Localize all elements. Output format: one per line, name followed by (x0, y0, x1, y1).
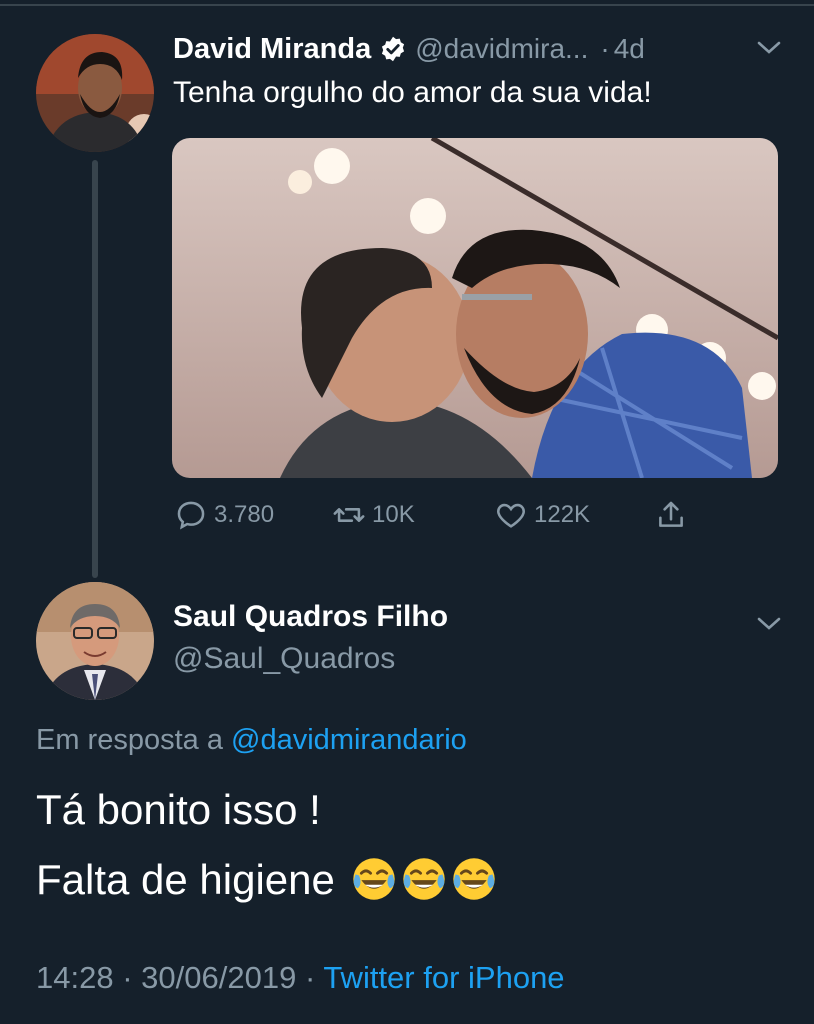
reply-text-line-1: Tá bonito isso ! (36, 786, 321, 833)
comment-icon (177, 501, 205, 530)
in-reply-handle-link[interactable]: @davidmirandario (231, 724, 467, 756)
verified-badge-icon (382, 36, 405, 62)
parent-header: David Miranda @davidmira... · 4d (173, 30, 645, 68)
top-divider (0, 4, 814, 6)
in-reply-to: Em resposta a @davidmirandario (36, 724, 467, 757)
reply-text-line-2: Falta de higiene (36, 856, 497, 904)
parent-age[interactable]: 4d (614, 33, 645, 65)
reply-text-line-2-text: Falta de higiene (36, 856, 335, 903)
retweet-action[interactable]: 10K (332, 498, 415, 532)
tweet-source-link[interactable]: Twitter for iPhone (323, 960, 564, 995)
meta-separator: · (122, 960, 133, 995)
share-icon (659, 501, 683, 527)
heart-icon (497, 503, 525, 528)
like-action[interactable]: 122K (494, 498, 590, 532)
meta-separator: · (304, 960, 316, 995)
tweet-photo[interactable] (172, 138, 778, 478)
reply-menu-chevron-down-icon[interactable] (756, 616, 782, 632)
parent-avatar[interactable] (36, 34, 154, 152)
tweet-date: 30/06/2019 (141, 960, 297, 995)
in-reply-prefix: Em resposta a (36, 724, 223, 756)
parent-tweet-text: Tenha orgulho do amor da sua vida! (173, 76, 652, 109)
header-separator: · (600, 33, 610, 64)
reply-avatar[interactable] (36, 582, 154, 700)
tweet-meta: 14:28 · 30/06/2019 · Twitter for iPhone (36, 960, 565, 996)
tears-of-joy-emoji-icon (452, 858, 495, 900)
tears-of-joy-emoji-icon (352, 858, 395, 900)
reply-action[interactable]: 3.780 (174, 498, 274, 532)
reply-count: 3.780 (214, 501, 275, 528)
parent-handle[interactable]: @davidmira... (415, 33, 588, 65)
share-action[interactable] (654, 498, 694, 532)
parent-menu-chevron-down-icon[interactable] (756, 40, 782, 56)
tweet-actions: 3.780 10K 122K (0, 498, 814, 538)
retweet-icon (333, 508, 365, 522)
reply-author-name[interactable]: Saul Quadros Filho (173, 600, 448, 634)
tweet-time: 14:28 (36, 960, 114, 995)
reply-author-handle[interactable]: @Saul_Quadros (173, 642, 395, 676)
like-count: 122K (534, 501, 591, 528)
parent-name[interactable]: David Miranda (173, 33, 371, 66)
retweet-count: 10K (372, 501, 415, 528)
tears-of-joy-emoji-icon (402, 858, 445, 900)
